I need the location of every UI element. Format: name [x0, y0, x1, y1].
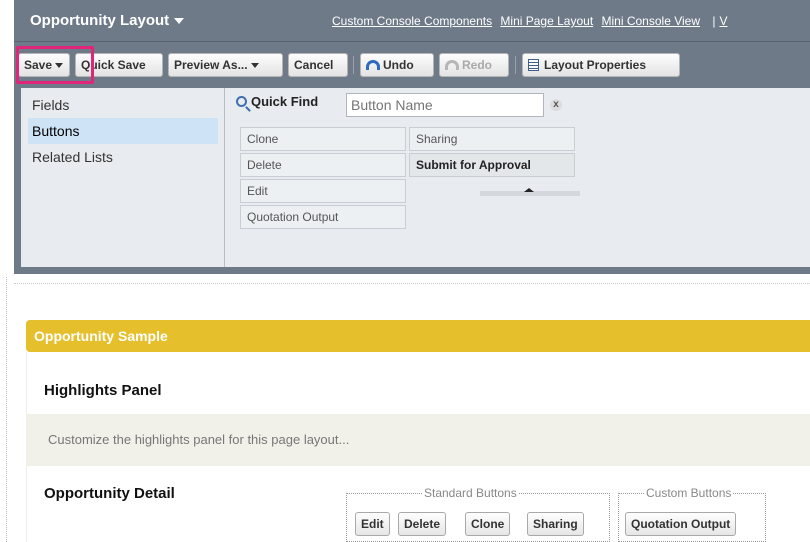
redo-button[interactable]: Redo — [439, 53, 509, 77]
palette-divider — [224, 88, 225, 267]
category-buttons[interactable]: Buttons — [28, 118, 218, 144]
canvas-top-border — [14, 283, 810, 284]
layout-editor-header: Opportunity Layout Custom Console Compon… — [14, 0, 810, 42]
custom-buttons-legend: Custom Buttons — [644, 486, 734, 500]
layout-quotation-output-button[interactable]: Quotation Output — [625, 512, 737, 536]
layout-properties-button[interactable]: Layout Properties — [522, 53, 680, 77]
redo-label: Redo — [462, 58, 492, 72]
layout-properties-label: Layout Properties — [544, 58, 647, 72]
save-label: Save — [24, 58, 53, 72]
undo-icon — [366, 59, 380, 70]
palette-item-clone[interactable]: Clone — [240, 127, 406, 151]
layout-toolbar: Save Quick Save Preview As... Cancel Und… — [14, 42, 810, 88]
quick-find: Quick Find x — [236, 93, 562, 117]
category-fields[interactable]: Fields — [28, 92, 218, 118]
palette-item-sharing[interactable]: Sharing — [409, 127, 575, 151]
palette-item-submit-for-approval[interactable]: Submit for Approval — [409, 153, 575, 177]
highlights-panel-title: Highlights Panel — [44, 382, 162, 399]
palette-categories: Fields Buttons Related Lists — [28, 92, 218, 170]
canvas-left-border — [6, 277, 7, 542]
palette-item-quotation-output[interactable]: Quotation Output — [240, 205, 406, 229]
palette-resize-handle[interactable] — [480, 188, 580, 196]
mini-console-view-link[interactable]: Mini Console View — [602, 14, 701, 28]
cancel-button[interactable]: Cancel — [288, 53, 348, 77]
standard-buttons-group: Standard Buttons Edit Delete Clone Shari… — [346, 486, 610, 542]
link-separator: | — [712, 14, 716, 28]
redo-icon — [445, 59, 459, 70]
layout-sharing-button[interactable]: Sharing — [527, 512, 584, 536]
highlights-panel[interactable]: Customize the highlights panel for this … — [26, 414, 810, 466]
clear-search-icon[interactable]: x — [550, 99, 562, 111]
palette-panel: Fields Buttons Related Lists Quick Find … — [14, 88, 810, 274]
mini-page-layout-link[interactable]: Mini Page Layout — [500, 14, 593, 28]
dropdown-arrow-icon — [250, 63, 259, 69]
layout-title: Opportunity Layout — [30, 12, 170, 29]
header-links: Custom Console Components Mini Page Layo… — [332, 14, 732, 28]
layout-delete-button[interactable]: Delete — [398, 512, 447, 536]
custom-console-components-link[interactable]: Custom Console Components — [332, 14, 492, 28]
search-icon — [236, 96, 247, 108]
toolbar-divider — [353, 56, 354, 74]
highlights-panel-hint: Customize the highlights panel for this … — [48, 432, 350, 447]
standard-buttons-legend: Standard Buttons — [422, 486, 519, 500]
preview-as-label: Preview As... — [174, 58, 248, 72]
toolbar-divider — [515, 56, 516, 74]
quick-find-label: Quick Find — [251, 94, 319, 110]
preview-as-button[interactable]: Preview As... — [168, 53, 283, 77]
layout-properties-icon — [528, 58, 539, 71]
dropdown-arrow-icon[interactable] — [55, 63, 64, 69]
layout-clone-button[interactable]: Clone — [465, 512, 511, 536]
overflow-link[interactable]: V — [719, 14, 727, 28]
category-related-lists[interactable]: Related Lists — [28, 144, 218, 170]
palette-item-edit[interactable]: Edit — [240, 179, 406, 203]
save-button[interactable]: Save — [18, 53, 70, 77]
quick-save-button[interactable]: Quick Save — [75, 53, 163, 77]
undo-button[interactable]: Undo — [360, 53, 434, 77]
quick-find-input[interactable] — [346, 93, 544, 117]
section-header[interactable]: Opportunity Sample — [26, 320, 810, 352]
layout-title-menu[interactable]: Opportunity Layout — [30, 12, 185, 29]
custom-buttons-group: Custom Buttons Quotation Output — [618, 486, 766, 542]
caret-down-icon — [174, 18, 185, 25]
layout-edit-button[interactable]: Edit — [355, 512, 390, 536]
palette-item-delete[interactable]: Delete — [240, 153, 406, 177]
undo-label: Undo — [383, 58, 414, 72]
opportunity-detail-title: Opportunity Detail — [44, 485, 175, 502]
